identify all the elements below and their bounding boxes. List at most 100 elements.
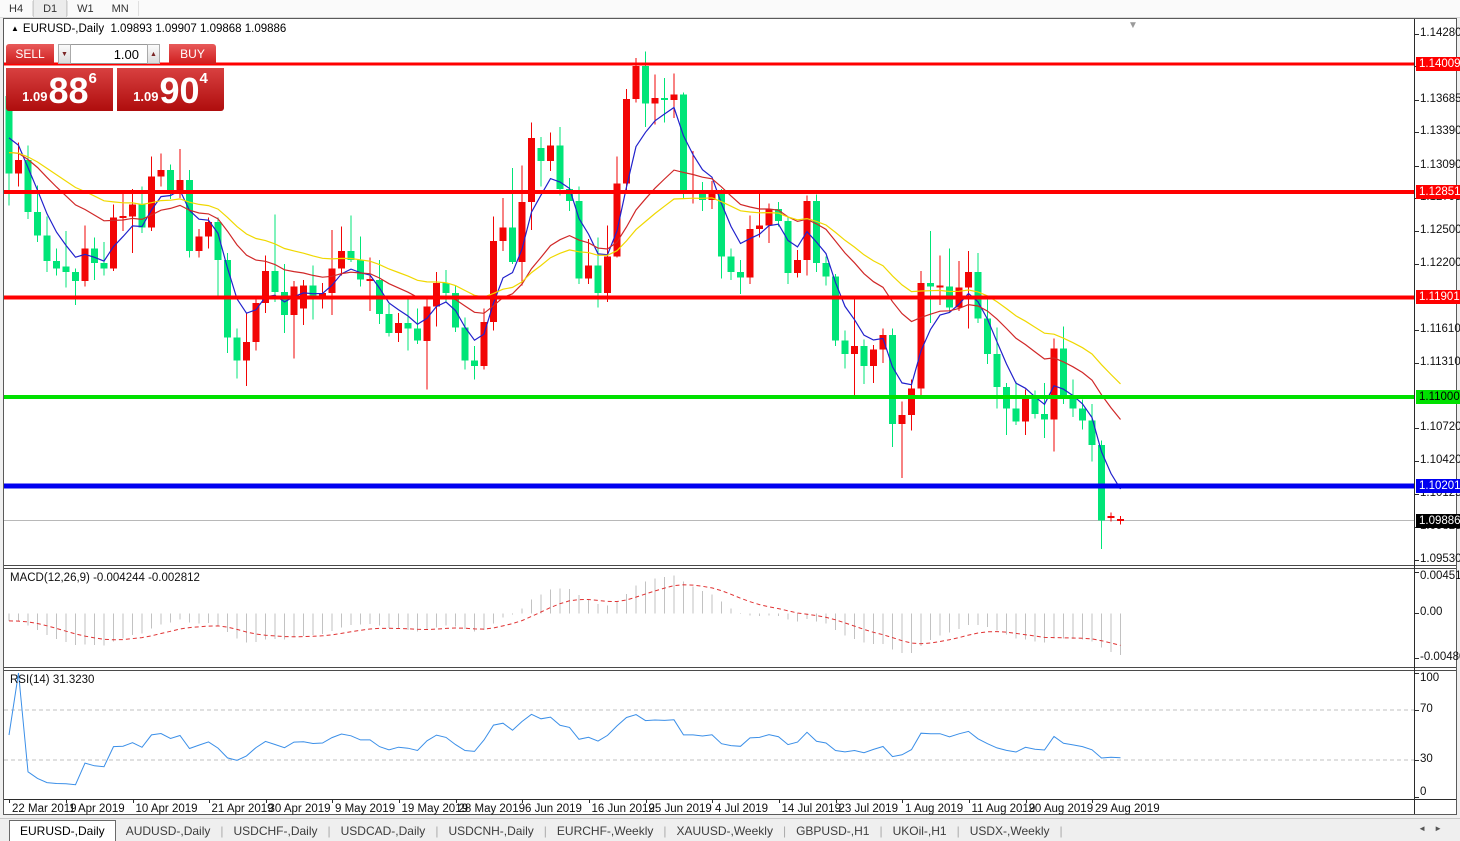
sell-price-prefix: 1.09 xyxy=(22,89,47,104)
price-tick-label: 1.13390 xyxy=(1420,125,1460,137)
symbol-tab-gbpusd-h1[interactable]: GBPUSD-,H1 xyxy=(786,821,879,841)
buy-price-prefix: 1.09 xyxy=(133,89,158,104)
date-axis-tick xyxy=(332,800,333,803)
chart-scroll-marker-icon[interactable]: ▼ xyxy=(1128,20,1138,31)
price-axis[interactable] xyxy=(1414,19,1415,814)
tab-pager: ◄► xyxy=(1418,824,1450,833)
date-tick-label: 1 Apr 2019 xyxy=(69,803,125,815)
date-tick-label: 14 Jul 2019 xyxy=(782,803,841,815)
chart-window: ▲EURUSD-,Daily 1.09893 1.09907 1.09868 1… xyxy=(3,18,1457,815)
volume-increase-button[interactable]: ▲ xyxy=(147,44,160,64)
date-axis-tick xyxy=(456,800,457,803)
date-axis-tick xyxy=(66,800,67,803)
rsi-axis-tick xyxy=(1415,673,1419,674)
rsi-label: RSI(14) 31.3230 xyxy=(10,674,94,686)
timeframe-button-w1[interactable]: W1 xyxy=(68,0,103,17)
date-axis-tick xyxy=(1026,800,1027,803)
date-tick-label: 29 Aug 2019 xyxy=(1095,803,1160,815)
spin-up-icon: ▲ xyxy=(150,51,157,58)
symbol-tab-audusd-daily[interactable]: AUDUSD-,Daily xyxy=(116,821,221,841)
symbol-tab-usdcad-daily[interactable]: USDCAD-,Daily xyxy=(331,821,436,841)
one-click-trading-panel: SELL ▼ 1.00 ▲ BUY 1.09886 1.09904 xyxy=(6,44,228,111)
date-axis-tick xyxy=(646,800,647,803)
macd-chart-canvas[interactable] xyxy=(4,569,1414,667)
ma-slow-line xyxy=(9,153,1121,384)
date-tick-label: 1 Aug 2019 xyxy=(905,803,963,815)
tab-separator: | xyxy=(1060,824,1063,841)
chart-symbol-period: EURUSD-,Daily xyxy=(23,23,104,35)
price-level-badge: 1.10201 xyxy=(1416,479,1460,493)
date-axis-tick xyxy=(266,800,267,803)
date-tick-label: 22 Mar 2019 xyxy=(12,803,77,815)
date-axis-tick xyxy=(969,800,970,803)
date-axis-tick xyxy=(836,800,837,803)
timeframe-button-d1[interactable]: D1 xyxy=(33,0,67,17)
date-axis-tick xyxy=(712,800,713,803)
symbol-tab-usdcnh-daily[interactable]: USDCNH-,Daily xyxy=(438,821,543,841)
date-tick-label: 6 Jun 2019 xyxy=(525,803,582,815)
date-axis-tick xyxy=(9,800,10,803)
collapse-subwindow-icon[interactable]: ▲ xyxy=(11,24,19,33)
sell-price-display[interactable]: 1.09886 xyxy=(6,68,113,111)
date-axis-tick xyxy=(902,800,903,803)
price-tick-label: 1.12200 xyxy=(1420,257,1460,269)
rsi-axis-tick xyxy=(1415,797,1419,798)
date-axis-tick xyxy=(399,800,400,803)
date-axis-tick xyxy=(133,800,134,803)
horizontal-level-line xyxy=(4,190,1414,194)
rsi-line xyxy=(9,673,1121,785)
symbol-tab-eurchf-weekly[interactable]: EURCHF-,Weekly xyxy=(547,821,663,841)
symbol-tab-usdx-weekly[interactable]: USDX-,Weekly xyxy=(960,821,1060,841)
symbol-tab-xauusd-weekly[interactable]: XAUUSD-,Weekly xyxy=(666,821,782,841)
rsi-tick-label: 30 xyxy=(1420,753,1433,765)
symbol-tab-eurusd-daily[interactable]: EURUSD-,Daily xyxy=(9,820,116,841)
date-tick-label: 23 Jul 2019 xyxy=(839,803,898,815)
date-tick-label: 25 Jun 2019 xyxy=(649,803,712,815)
price-axis-tick xyxy=(1415,461,1419,462)
price-tick-label: 1.10420 xyxy=(1420,454,1460,466)
rsi-axis-tick xyxy=(1415,710,1419,711)
buy-button[interactable]: BUY xyxy=(169,44,216,64)
symbol-tab-ukoil-h1[interactable]: UKOil-,H1 xyxy=(883,821,957,841)
price-tick-label: 1.12500 xyxy=(1420,224,1460,236)
date-tick-label: 16 Jun 2019 xyxy=(592,803,655,815)
price-axis-tick xyxy=(1415,560,1419,561)
volume-input[interactable]: 1.00 xyxy=(71,44,147,64)
rsi-chart-canvas[interactable] xyxy=(4,671,1414,799)
date-tick-label: 11 Aug 2019 xyxy=(972,803,1036,815)
date-axis-tick xyxy=(589,800,590,803)
symbol-tab-bar: EURUSD-,DailyAUDUSD-,Daily | USDCHF-,Daily… xyxy=(0,818,1460,841)
timeframe-button-mn[interactable]: MN xyxy=(103,0,138,17)
macd-tick-label: 0.00 xyxy=(1420,606,1442,618)
price-tick-label: 1.10720 xyxy=(1420,421,1460,433)
rsi-tick-label: 70 xyxy=(1420,703,1433,715)
toolbar-separator xyxy=(138,1,139,16)
date-tick-label: 9 May 2019 xyxy=(335,803,395,815)
date-tick-label: 30 Apr 2019 xyxy=(269,803,331,815)
symbol-tab-usdchf-daily[interactable]: USDCHF-,Daily xyxy=(224,821,328,841)
price-axis-tick xyxy=(1415,166,1419,167)
buy-price-display[interactable]: 1.09904 xyxy=(117,68,224,111)
date-axis-tick xyxy=(522,800,523,803)
macd-axis-tick xyxy=(1415,613,1419,614)
price-tick-label: 1.11610 xyxy=(1420,323,1460,335)
chart-title: ▲EURUSD-,Daily 1.09893 1.09907 1.09868 1… xyxy=(11,23,286,35)
price-level-badge: 1.11000 xyxy=(1416,390,1460,404)
sell-button[interactable]: SELL xyxy=(6,44,54,64)
date-axis[interactable] xyxy=(4,799,1456,800)
sell-price-big: 88 xyxy=(48,73,88,109)
price-level-badge: 1.14009 xyxy=(1416,57,1460,71)
volume-decrease-button[interactable]: ▼ xyxy=(58,44,71,64)
macd-tick-label: 0.004517 xyxy=(1420,570,1460,582)
date-tick-label: 10 Apr 2019 xyxy=(136,803,198,815)
price-axis-tick xyxy=(1415,132,1419,133)
price-axis-tick xyxy=(1415,100,1419,101)
date-tick-label: 4 Jul 2019 xyxy=(715,803,768,815)
buy-price-pip: 4 xyxy=(200,70,208,87)
date-tick-label: 20 Aug 2019 xyxy=(1029,803,1094,815)
buy-price-big: 90 xyxy=(159,73,199,109)
timeframe-button-h4[interactable]: H4 xyxy=(0,0,32,17)
tab-scroll-right-button[interactable]: ► xyxy=(1434,824,1450,833)
sell-price-pip: 6 xyxy=(89,70,97,87)
tab-scroll-left-button[interactable]: ◄ xyxy=(1418,824,1434,833)
